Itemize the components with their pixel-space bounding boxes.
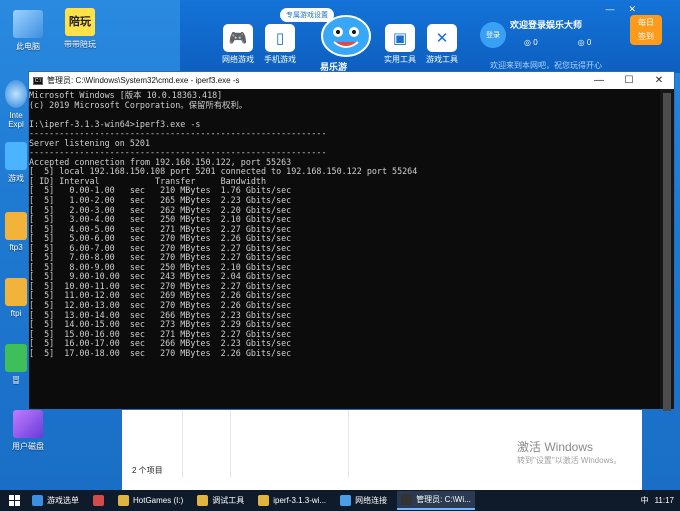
launcher-minimize-button[interactable]: — [605, 4, 614, 15]
folder-icon [5, 212, 27, 240]
launcher-close-button[interactable]: ✕ [628, 4, 636, 15]
news-ticker: 欢迎来到本网吧，祝您玩得开心 [490, 61, 602, 70]
swords-icon: ✕ [427, 24, 457, 52]
cmd-title: 管理员: C:\Windows\System32\cmd.exe - iperf… [47, 76, 240, 85]
taskbar: 游戏选单 HotGames (I:) 调试工具 iperf-3.1.3-wi... 网络… [0, 490, 680, 511]
item-count: 2 个项目 [132, 466, 163, 475]
launcher-window-controls: — ✕ [605, 4, 636, 15]
toolbox-icon: ▣ [385, 24, 415, 52]
app-icon [340, 495, 352, 506]
cmd-close-button[interactable]: ✕ [644, 75, 674, 86]
this-pc-desktop-icon[interactable]: 此电脑 [2, 10, 54, 52]
daily-signin-button[interactable]: 每日 签到 [630, 15, 662, 45]
tool-online-games[interactable]: 🎮 网络游戏 [220, 24, 256, 65]
taskbar-item[interactable]: 游戏选单 [28, 491, 83, 510]
scrollbar-thumb[interactable] [663, 93, 671, 411]
console-line: (c) 2019 Microsoft Corporation。保留所有权利。 [29, 99, 248, 110]
app-icon [118, 495, 129, 506]
peiwan-desktop-icon[interactable]: 陪玩 带带陪玩 [54, 8, 106, 50]
cmd-scrollbar[interactable] [660, 89, 674, 411]
tool-game-tools[interactable]: ✕ 游戏工具 [424, 24, 460, 65]
app-icon [5, 344, 27, 372]
computer-icon [13, 10, 43, 38]
cmd-window[interactable]: C:\ 管理员: C:\Windows\System32\cmd.exe - i… [28, 71, 675, 411]
disk-icon [13, 410, 43, 438]
taskbar-item[interactable]: HotGames (I:) [114, 491, 187, 510]
taskbar-item-label: 网络连接 [355, 496, 388, 505]
taskbar-item[interactable]: 调试工具 [193, 491, 248, 510]
coin-balances: ◎ 0 ◎ 0 [524, 38, 591, 47]
taskbar-item[interactable]: 网络连接 [336, 491, 391, 510]
activate-windows-watermark: 激活 Windows [517, 440, 594, 454]
clock[interactable]: 11:17 [655, 496, 674, 505]
peiwan-icon: 陪玩 [65, 8, 95, 36]
welcome-text: 欢迎登录娱乐大师 [510, 20, 583, 30]
cmd-titlebar[interactable]: C:\ 管理员: C:\Windows\System32\cmd.exe - i… [29, 72, 674, 89]
app-icon [93, 495, 104, 506]
cmd-minimize-button[interactable]: — [584, 75, 614, 86]
activate-windows-hint: 转到"设置"以激活 Windows。 [517, 456, 622, 465]
windows-logo-icon [8, 495, 20, 506]
app-icon [258, 495, 270, 506]
login-button[interactable]: 登录 [480, 22, 506, 48]
taskbar-item[interactable]: iperf-3.1.3-wi... [254, 491, 330, 510]
game-icon [5, 142, 27, 170]
system-tray: 中 11:17 [641, 495, 680, 506]
taskbar-item[interactable]: 管理员: C:\Wi... [397, 491, 475, 510]
game-launcher: 专属游戏设置 🎮 网络游戏 ▯ 手机游戏 ▣ 实用工具 ✕ 游戏工具 易乐游 —… [180, 0, 680, 73]
desktop: 此电脑 陪玩 带带陪玩 Inte Expl 游戏 ftp3 ftpi 冒 用户磁… [0, 0, 680, 490]
start-button[interactable] [0, 490, 28, 511]
taskbar-item-label: 管理员: C:\Wi... [416, 495, 471, 504]
cmd-icon: C:\ [33, 76, 43, 85]
input-language[interactable]: 中 [641, 495, 649, 506]
app-icon [32, 495, 43, 506]
user-disk-desktop-icon[interactable]: 用户磁盘 [2, 410, 54, 452]
ie-icon [5, 80, 27, 108]
cmd-window-controls: — ☐ ✕ [584, 75, 674, 86]
taskbar-item-label: 游戏选单 [47, 496, 79, 505]
console-line: [ 5] 17.00-18.00 sec 270 MBytes 2.26 Gbi… [29, 347, 292, 358]
taskbar-item-label: iperf-3.1.3-wi... [273, 496, 327, 505]
taskbar-item[interactable] [89, 491, 108, 510]
taskbar-item-label: 调试工具 [212, 496, 245, 505]
cmd-maximize-button[interactable]: ☐ [614, 75, 644, 86]
console-output[interactable]: Microsoft Windows [版本 10.0.18363.418] (c)… [29, 89, 660, 409]
app-icon [401, 494, 413, 505]
coin-balance-1: ◎ 0 [524, 38, 538, 47]
folder-icon [5, 278, 27, 306]
taskbar-item-label: HotGames (I:) [133, 496, 184, 505]
coin-balance-2: ◎ 0 [577, 38, 592, 47]
gamepad-icon: 🎮 [223, 24, 253, 52]
tool-utilities[interactable]: ▣ 实用工具 [382, 24, 418, 65]
taskbar-items: 游戏选单 HotGames (I:) 调试工具 iperf-3.1.3-wi... 网络… [28, 491, 475, 510]
mascot-logo [321, 15, 371, 57]
app-icon [197, 495, 209, 506]
tool-mobile-games[interactable]: ▯ 手机游戏 [262, 24, 298, 65]
phone-icon: ▯ [265, 24, 295, 52]
